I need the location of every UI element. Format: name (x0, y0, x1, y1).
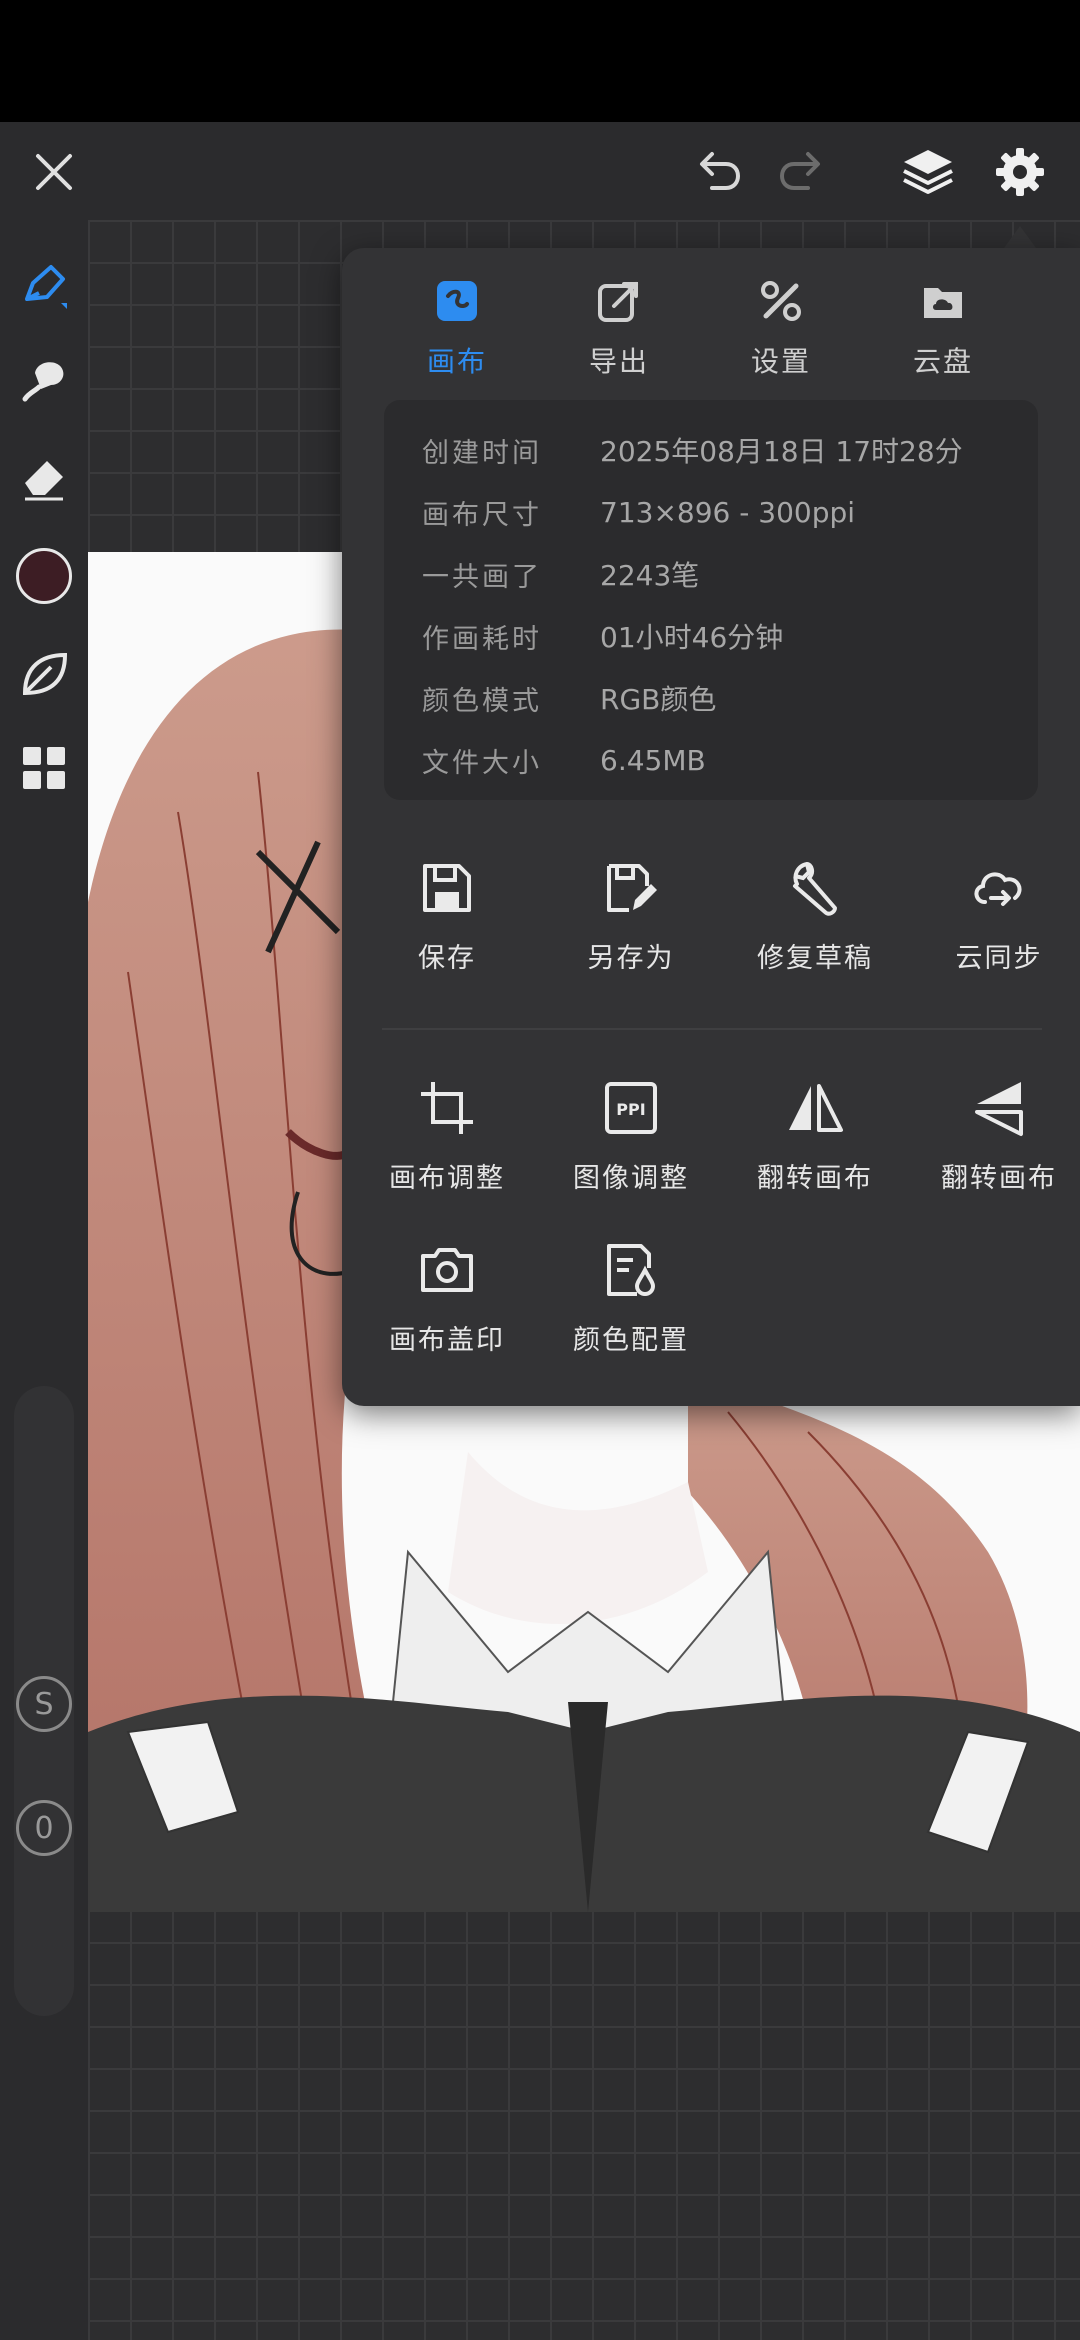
info-row-size: 画布尺寸 713×896 - 300ppi (422, 492, 855, 532)
close-icon[interactable] (22, 140, 86, 204)
top-toolbar (0, 122, 1080, 220)
tools-icon (761, 281, 801, 321)
flip-vertical-icon (975, 1082, 1023, 1136)
color-config-button[interactable]: 颜色配置 (546, 1240, 716, 1380)
info-label: 文件大小 (422, 747, 542, 779)
info-value: RGB颜色 (600, 683, 717, 716)
layers-icon[interactable] (896, 140, 960, 204)
cloud-sync-icon (974, 872, 1022, 906)
save-button[interactable]: 保存 (362, 858, 532, 998)
repair-draft-button[interactable]: 修复草稿 (730, 858, 900, 998)
info-row-file-size: 文件大小 6.45MB (422, 740, 706, 780)
flip-canvas-vertical-button[interactable]: 翻转画布 (914, 1078, 1080, 1218)
tab-label: 设置 (750, 345, 811, 378)
left-toolbar: S 0 (0, 220, 88, 2340)
action-label: 画布盖印 (389, 1325, 505, 1356)
info-row-color-mode: 颜色模式 RGB颜色 (422, 678, 716, 718)
save-as-button[interactable]: 另存为 (546, 858, 716, 998)
info-label: 创建时间 (422, 437, 542, 469)
info-value: 2243笔 (600, 559, 700, 592)
info-value: 2025年08月18日 17时28分 (600, 435, 963, 468)
svg-text:PPI: PPI (616, 1100, 645, 1119)
info-label: 一共画了 (422, 561, 542, 593)
action-label: 颜色配置 (573, 1325, 689, 1356)
tab-canvas[interactable]: 画布 (392, 278, 522, 388)
brush-tool-icon[interactable] (14, 256, 74, 316)
info-value: 713×896 - 300ppi (600, 495, 856, 529)
save-as-icon (607, 864, 657, 912)
info-value: 01小时46分钟 (600, 621, 784, 654)
grid-menu-icon[interactable] (14, 738, 74, 798)
action-label: 图像调整 (573, 1163, 689, 1194)
ppi-icon: PPI (605, 1082, 657, 1134)
tab-label: 画布 (426, 345, 487, 378)
menu-pointer (1004, 226, 1036, 248)
redo-icon[interactable] (770, 140, 834, 204)
status-bar (0, 0, 1080, 122)
info-label: 作画耗时 (422, 623, 542, 655)
tab-export[interactable]: 导出 (554, 278, 684, 388)
info-row-created: 创建时间 2025年08月18日 17时28分 (422, 430, 963, 470)
info-value: 6.45MB (600, 743, 706, 777)
action-label: 云同步 (955, 943, 1043, 974)
cloud-drive-icon (924, 288, 962, 318)
leaf-tool-icon[interactable] (14, 644, 74, 704)
smudge-tool-icon[interactable] (14, 350, 74, 410)
info-row-strokes: 一共画了 2243笔 (422, 554, 699, 594)
action-label: 另存为 (587, 943, 675, 974)
size-badge: S (16, 1676, 72, 1732)
color-config-icon (607, 1244, 656, 1297)
current-color-swatch[interactable] (16, 548, 72, 604)
menu-divider (382, 1028, 1042, 1030)
wrench-icon (793, 862, 837, 916)
info-row-duration: 作画耗时 01小时46分钟 (422, 616, 783, 656)
cloud-sync-button[interactable]: 云同步 (914, 858, 1080, 998)
action-label: 画布调整 (389, 1163, 505, 1194)
info-label: 画布尺寸 (422, 499, 542, 531)
action-label: 翻转画布 (757, 1163, 873, 1194)
settings-gear-icon[interactable] (988, 140, 1052, 204)
image-adjust-button[interactable]: PPI 图像调整 (546, 1078, 716, 1218)
canvas-menu-panel: 画布 导出 设置 云盘 创建时间 2025年08月18日 17时28分 画布尺寸 7… (342, 248, 1080, 1406)
info-label: 颜色模式 (422, 685, 542, 717)
eraser-tool-icon[interactable] (14, 446, 74, 506)
action-label: 保存 (418, 943, 476, 974)
tab-label: 导出 (588, 345, 649, 378)
canvas-info-card: 创建时间 2025年08月18日 17时28分 画布尺寸 713×896 - 300… (384, 400, 1038, 800)
action-label: 修复草稿 (757, 943, 873, 974)
tab-settings[interactable]: 设置 (716, 278, 846, 388)
crop-icon (421, 1082, 473, 1134)
export-icon (598, 282, 638, 322)
tab-label: 云盘 (912, 345, 973, 378)
canvas-stamp-button[interactable]: 画布盖印 (362, 1240, 532, 1380)
action-label: 翻转画布 (941, 1163, 1057, 1194)
save-icon (423, 864, 471, 912)
undo-icon[interactable] (686, 140, 750, 204)
flip-canvas-horizontal-button[interactable]: 翻转画布 (730, 1078, 900, 1218)
camera-icon (421, 1248, 473, 1292)
canvas-adjust-button[interactable]: 画布调整 (362, 1078, 532, 1218)
opacity-badge: 0 (16, 1800, 72, 1856)
flip-horizontal-icon (789, 1084, 843, 1132)
tab-cloud-drive[interactable]: 云盘 (878, 278, 1008, 388)
canvas-icon (437, 281, 477, 321)
